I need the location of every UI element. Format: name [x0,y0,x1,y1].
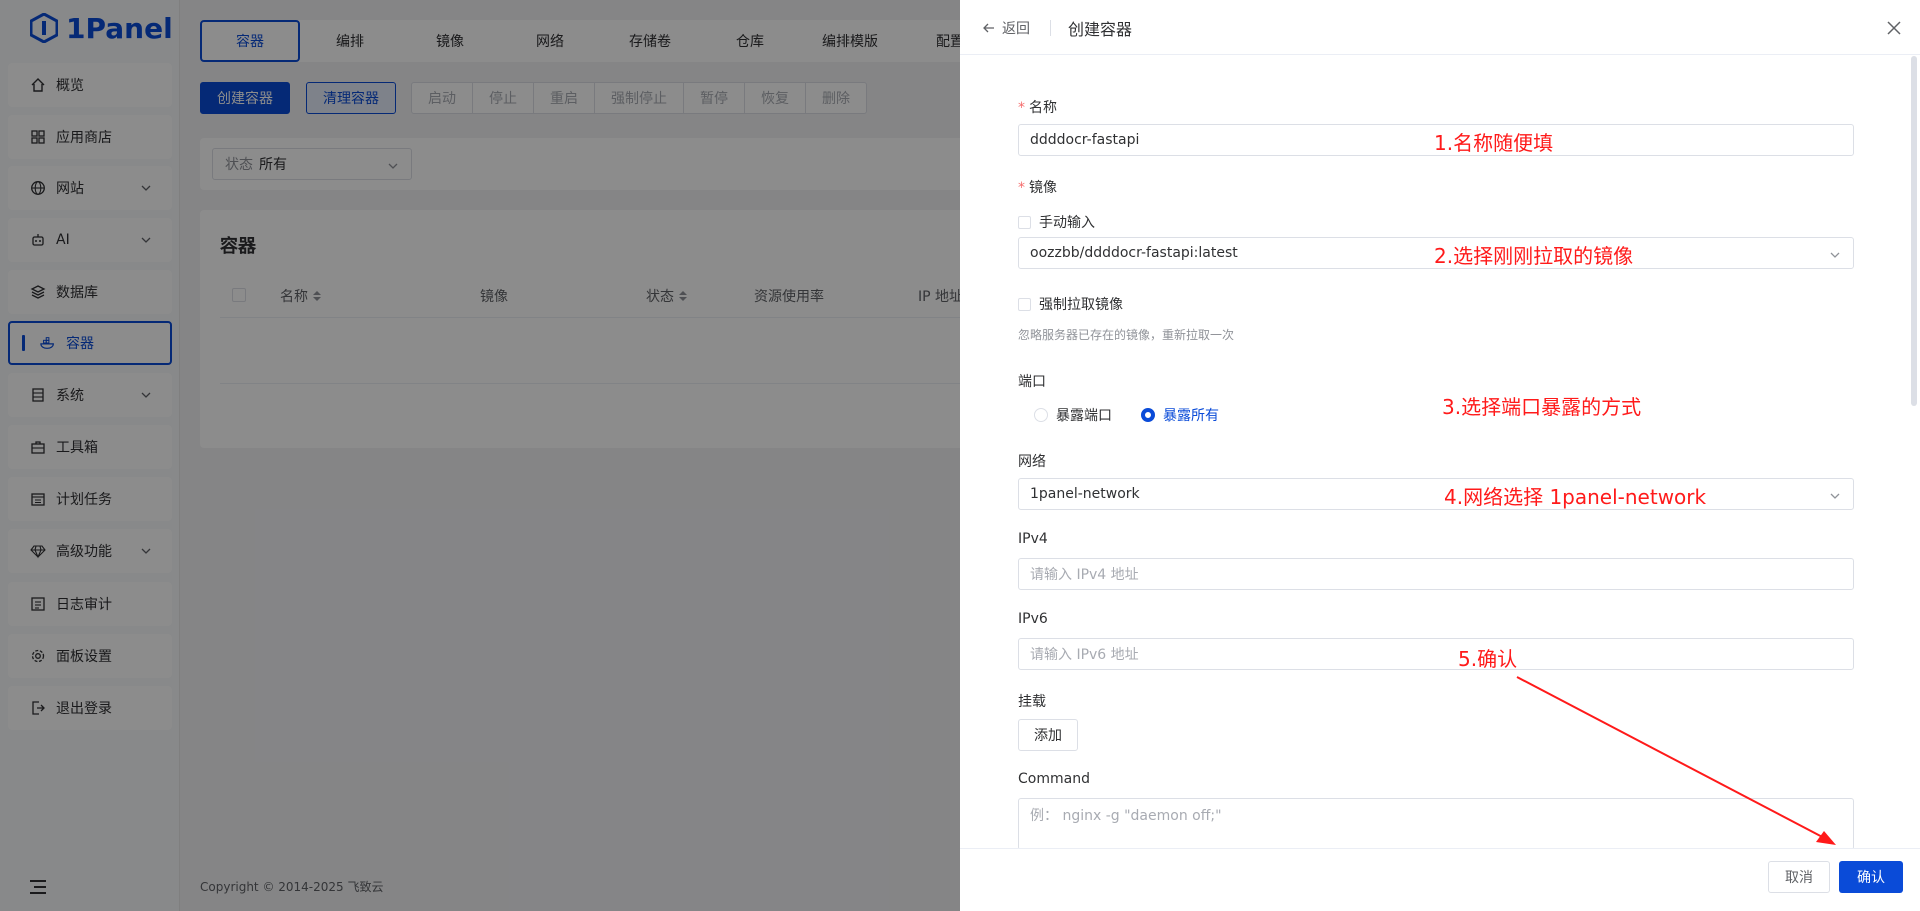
annotation-step-4: 4.网络选择 1panel-network [1444,485,1707,509]
annotation-step-2: 2.选择刚刚拉取的镜像 [1434,244,1634,268]
radio-dot[interactable] [1141,408,1155,422]
manual-input-checkbox[interactable]: 手动输入 [1018,212,1095,232]
force-pull-hint: 忽略服务器已存在的镜像，重新拉取一次 [1018,328,1235,342]
annotation-step-5: 5.确认 [1458,647,1518,671]
ipv6-label: IPv6 [1018,611,1048,627]
arrow-left-icon [983,23,994,33]
close-icon[interactable] [1884,18,1904,38]
create-container-drawer: 返回 创建容器 * 名称 ddddocr-fastapi * 镜像 手动输入 ooz… [960,0,1920,911]
header-divider [1050,20,1051,36]
confirm-button[interactable]: 确认 [1839,861,1903,893]
radio-expose-port[interactable]: 暴露端口 [1034,405,1112,425]
back-button[interactable]: 返回 [982,18,1030,38]
ipv6-input[interactable]: 请输入 IPv6 地址 [1018,638,1854,670]
drawer-footer: 取消 确认 [960,848,1920,911]
checkbox-box[interactable] [1018,297,1031,311]
annotation-step-3: 3.选择端口暴露的方式 [1442,395,1642,419]
checkbox-box[interactable] [1018,215,1031,229]
radio-expose-all[interactable]: 暴露所有 [1141,405,1219,425]
radio-dot[interactable] [1034,408,1048,422]
chevron-down-icon [1830,493,1840,499]
command-label: Command [1018,771,1090,787]
annotation-step-1: 1.名称随便填 [1434,131,1554,155]
ipv4-input[interactable]: 请输入 IPv4 地址 [1018,558,1854,590]
network-label: 网络 [1018,454,1046,470]
chevron-down-icon [1830,252,1840,258]
name-label: * 名称 [1018,100,1057,116]
ipv4-label: IPv4 [1018,531,1048,547]
cancel-button[interactable]: 取消 [1768,861,1830,893]
network-select[interactable]: 1panel-network [1018,478,1854,510]
drawer-title: 创建容器 [1068,20,1133,39]
force-pull-checkbox[interactable]: 强制拉取镜像 [1018,294,1123,314]
port-label: 端口 [1018,374,1046,390]
mount-label: 挂载 [1018,694,1046,710]
image-label: * 镜像 [1018,180,1057,196]
add-mount-button[interactable]: 添加 [1018,719,1078,751]
required-mark: * [1018,100,1025,116]
drawer-header: 返回 创建容器 [960,0,1920,55]
drawer-scrollbar[interactable] [1911,56,1917,406]
required-mark: * [1018,180,1025,196]
command-textarea[interactable]: 例： nginx -g "daemon off;" [1018,798,1854,850]
